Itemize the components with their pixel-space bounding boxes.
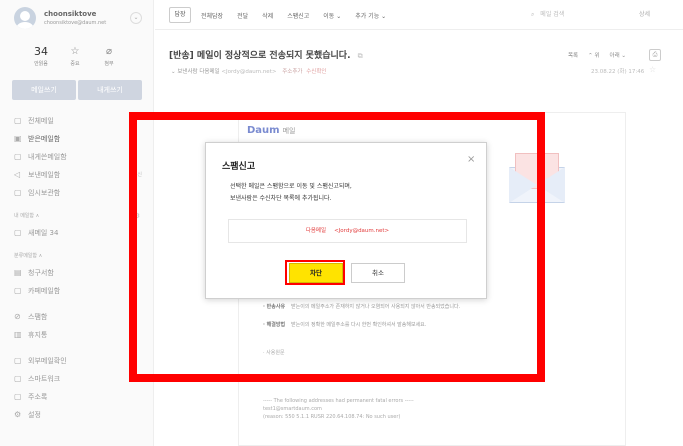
mail-app: choonsiktove choonsiktove@daum.net ⌄ 34 … [0, 0, 683, 446]
highlight-block-button [285, 260, 345, 285]
highlight-frame [129, 112, 545, 382]
